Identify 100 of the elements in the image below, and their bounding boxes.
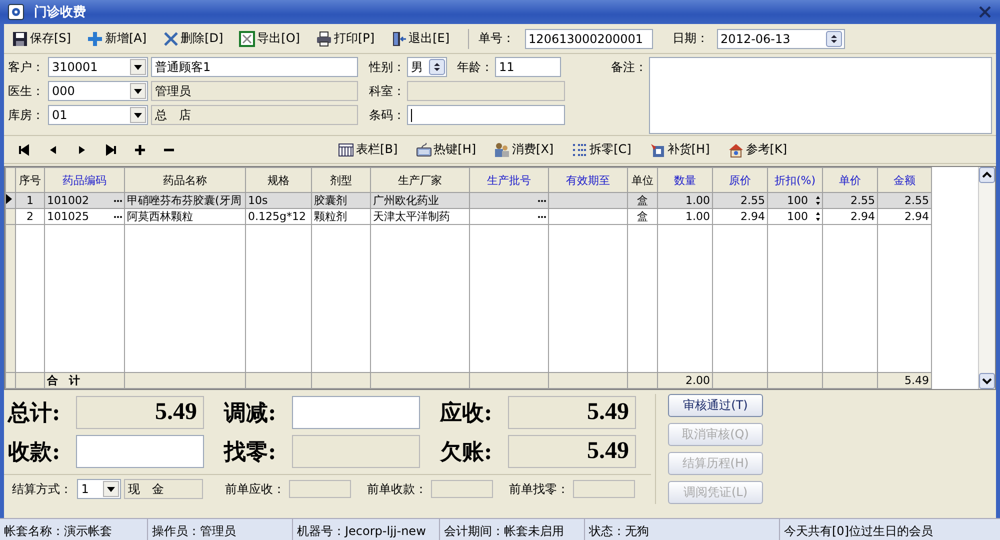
- toolbar-button[interactable]: 拆零[C]: [568, 139, 636, 160]
- table-cell: 2.55: [712, 192, 768, 208]
- column-header[interactable]: 数量: [658, 168, 712, 192]
- column-header[interactable]: 药品编码: [44, 168, 124, 192]
- scrollbar[interactable]: [978, 167, 995, 389]
- toolbar-button[interactable]: 删除[D]: [158, 28, 228, 49]
- field-label: 前单应收：: [225, 480, 286, 498]
- total-cell: 5.49: [878, 372, 932, 388]
- ellipsis-icon[interactable]: [114, 198, 122, 202]
- house-icon: [728, 142, 744, 158]
- name-field: 管理员: [151, 81, 358, 101]
- spin-button[interactable]: [429, 59, 445, 75]
- table-cell: 2.55: [822, 192, 878, 208]
- column-header[interactable]: 剂型: [312, 168, 370, 192]
- amount-label: 找零:: [224, 438, 278, 466]
- column-header[interactable]: 金额: [878, 168, 932, 192]
- name-field: 现 金: [124, 479, 203, 499]
- dropdown-button[interactable]: [102, 481, 119, 497]
- dropdown-field[interactable]: 1: [77, 479, 121, 499]
- table-cell: 胶囊剂: [312, 192, 370, 208]
- amount-label: 调减:: [224, 398, 278, 428]
- table-cell: 1: [16, 192, 44, 208]
- scroll-down-icon[interactable]: [979, 373, 995, 389]
- ellipsis-icon[interactable]: [538, 214, 546, 218]
- dotted-grid-icon: [572, 142, 588, 158]
- name-field[interactable]: 普通顾客1: [151, 57, 358, 77]
- scroll-up-icon[interactable]: [979, 167, 995, 183]
- field-label: 前单收款：: [367, 480, 428, 498]
- toolbar-button[interactable]: 消费[X]: [490, 139, 558, 160]
- column-header[interactable]: 单价: [822, 168, 878, 192]
- column-header[interactable]: 单位: [628, 168, 658, 192]
- window-title: 门诊收费: [34, 4, 87, 21]
- table-cell: 101002: [47, 194, 89, 207]
- field-label: 库房：: [8, 106, 45, 124]
- ellipsis-icon[interactable]: [538, 198, 546, 202]
- toolbar-button[interactable]: 新增[A]: [82, 28, 151, 49]
- toolbar-button[interactable]: 参考[K]: [724, 139, 791, 160]
- last-record-icon[interactable]: [105, 144, 117, 156]
- toolbar-button[interactable]: 退出[E]: [386, 28, 454, 49]
- gender-field[interactable]: 男: [407, 57, 447, 77]
- toolbar-button[interactable]: 导出[O]: [235, 28, 304, 49]
- table-cell: 2.94: [878, 208, 932, 224]
- amount-label: 应收:: [440, 398, 494, 428]
- column-header[interactable]: 药品名称: [124, 168, 246, 192]
- dropdown-field[interactable]: 310001: [48, 57, 148, 77]
- action-button[interactable]: 审核通过(T): [668, 394, 763, 417]
- amount-label: 总计:: [8, 398, 62, 428]
- first-record-icon[interactable]: [18, 144, 30, 156]
- column-header[interactable]: 有效期至: [548, 168, 628, 192]
- order-number-field[interactable]: 120613000200001: [524, 28, 653, 48]
- ellipsis-icon[interactable]: [114, 214, 122, 218]
- toolbar-button[interactable]: 表栏[B]: [334, 139, 402, 160]
- remark-field[interactable]: [649, 57, 992, 134]
- plus-icon[interactable]: [134, 144, 146, 156]
- toolbar-button[interactable]: 保存[S]: [8, 28, 75, 49]
- field-label: 条码：: [369, 106, 406, 124]
- restock-icon: [649, 142, 666, 158]
- readonly-field: [431, 480, 493, 498]
- field-label: 年龄：: [457, 58, 493, 76]
- table-cell: 甲硝唑芬布芬胶囊(牙周: [124, 192, 246, 208]
- toolbar-button[interactable]: 补货[H]: [645, 139, 714, 160]
- text-cursor: [411, 108, 412, 122]
- barcode-field[interactable]: [407, 105, 565, 125]
- spin-icon[interactable]: [816, 196, 820, 205]
- close-icon[interactable]: [978, 5, 992, 19]
- dropdown-field[interactable]: 01: [48, 105, 148, 125]
- dropdown-button[interactable]: [130, 83, 146, 99]
- amount-field[interactable]: [292, 396, 420, 429]
- app-icon: [8, 4, 24, 20]
- status-text: 操作员：管理员: [148, 519, 293, 540]
- spin-icon[interactable]: [816, 212, 820, 221]
- table-cell: 2.94: [822, 208, 878, 224]
- delete-icon: [162, 30, 179, 46]
- spin-button[interactable]: [826, 30, 842, 46]
- status-text: 状态：无狗: [585, 519, 780, 540]
- date-field[interactable]: 2012-06-13: [716, 28, 845, 48]
- table-cell: 101025: [47, 210, 89, 223]
- table-cell: 10s: [246, 192, 312, 208]
- dropdown-button[interactable]: [130, 59, 146, 75]
- column-header[interactable]: 生产批号: [470, 168, 548, 192]
- column-header[interactable]: 原价: [712, 168, 768, 192]
- name-field: 总 店: [151, 105, 358, 125]
- row-pointer-icon: [6, 194, 12, 204]
- column-header[interactable]: 规格: [246, 168, 312, 192]
- dropdown-button[interactable]: [130, 107, 146, 123]
- amount-label: 收款:: [8, 438, 62, 466]
- amount-field: 5.49: [508, 435, 636, 468]
- column-header[interactable]: 序号: [16, 168, 44, 192]
- column-header[interactable]: 生产厂家: [370, 168, 470, 192]
- toolbar-button[interactable]: 打印[P]: [312, 28, 379, 49]
- table-cell: 2.94: [712, 208, 768, 224]
- amount-field[interactable]: [76, 435, 204, 468]
- age-field[interactable]: 11: [495, 57, 561, 77]
- status-text: 今天共有[0]位过生日的会员: [783, 523, 934, 540]
- dropdown-field[interactable]: 000: [48, 81, 148, 101]
- column-header[interactable]: 折扣(%): [768, 168, 822, 192]
- toolbar-button[interactable]: 热键[H]: [412, 139, 480, 160]
- field-label: 单号：: [478, 30, 515, 47]
- field-label: 客户：: [8, 58, 45, 76]
- total-cell: 2.00: [658, 372, 712, 388]
